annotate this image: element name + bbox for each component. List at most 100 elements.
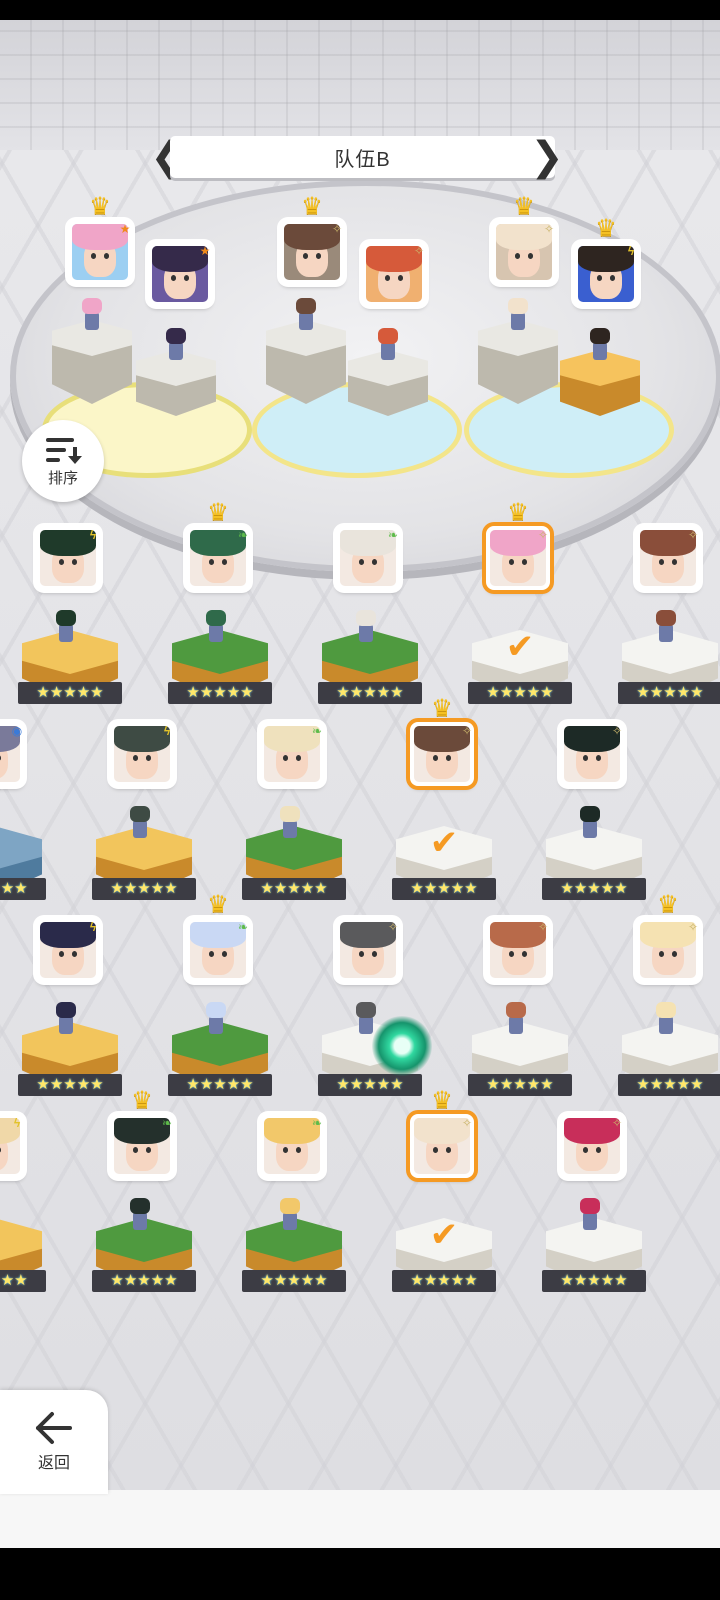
portrait-eye <box>283 755 289 761</box>
sparkle-element-icon: ✧ <box>387 920 399 934</box>
lightning-element-icon: ϟ <box>163 724 171 738</box>
chibi-body <box>381 342 395 360</box>
sparkle-element-icon: ✧ <box>543 222 555 236</box>
portrait-eye <box>133 755 139 761</box>
team-pedestal[interactable] <box>478 320 558 404</box>
star-icons: ★★★★★ <box>410 880 478 897</box>
chibi-sprite <box>205 1002 227 1036</box>
temple-background <box>0 20 720 150</box>
selected-check-icon: ✔ <box>429 1216 459 1254</box>
portrait-eye <box>91 253 97 259</box>
star-icons: ★★★★★ <box>336 684 404 701</box>
star-rating: ★★★★★ <box>468 682 572 704</box>
portrait-eye <box>515 253 521 259</box>
lightning-element-icon: ϟ <box>627 244 635 258</box>
chibi-sprite <box>279 1198 301 1232</box>
portrait-eye <box>671 559 677 565</box>
selected-check-icon: ✔ <box>505 628 535 666</box>
chibi-head <box>280 806 300 822</box>
chibi-body <box>583 820 597 838</box>
bottom-bar <box>0 1490 720 1548</box>
portrait-eye <box>609 275 615 281</box>
star-icons: ★★★★★ <box>110 1272 178 1289</box>
leaf-element-icon: ❧ <box>237 920 249 934</box>
portrait-eye <box>209 559 215 565</box>
chibi-head <box>590 328 610 344</box>
star-icons: ★★★★★ <box>36 684 104 701</box>
crown-icon: ♛ <box>595 215 617 242</box>
star-rating: ★★★★★ <box>392 878 496 900</box>
portrait-eye <box>183 275 189 281</box>
portrait-eye <box>221 559 227 565</box>
chibi-sprite <box>165 328 187 362</box>
team-title: 队伍B <box>334 148 391 171</box>
crown-icon: ♛ <box>507 499 529 526</box>
portrait-eye <box>209 951 215 957</box>
next-team-button[interactable]: ❯ <box>530 134 564 180</box>
star-rating: ★★★★★ <box>92 878 196 900</box>
chibi-sprite <box>579 806 601 840</box>
chibi-head <box>656 1002 676 1018</box>
chibi-head <box>580 1198 600 1214</box>
star-element-icon: ★ <box>119 222 131 236</box>
chibi-head <box>130 1198 150 1214</box>
chibi-sprite <box>205 610 227 644</box>
sparkle-element-icon: ✧ <box>611 1116 623 1130</box>
sparkle-element-icon: ✧ <box>461 724 473 738</box>
chibi-body <box>209 1016 223 1034</box>
star-rating: ★★★★★ <box>168 1074 272 1096</box>
portrait-eye <box>583 755 589 761</box>
chibi-head <box>280 1198 300 1214</box>
star-rating: ★★★★★ <box>318 1074 422 1096</box>
sparkle-element-icon: ✧ <box>687 528 699 542</box>
chibi-sprite <box>55 610 77 644</box>
status-bar <box>0 0 720 20</box>
portrait-eye <box>103 253 109 259</box>
chibi-sprite <box>655 610 677 644</box>
sparkle-element-icon: ✧ <box>687 920 699 934</box>
star-element-icon: ★ <box>199 244 211 258</box>
star-icons: ★★★★★ <box>336 1076 404 1093</box>
portrait-eye <box>59 559 65 565</box>
sort-button[interactable]: 排序 <box>22 420 104 502</box>
star-icons: ★★★★★ <box>0 1272 28 1289</box>
chibi-body <box>511 312 525 330</box>
back-button[interactable]: 返回 <box>0 1390 108 1494</box>
chibi-sprite <box>0 1198 1 1232</box>
portrait-eye <box>371 559 377 565</box>
star-rating: ★★★★★ <box>242 878 346 900</box>
chibi-head <box>206 1002 226 1018</box>
chibi-body <box>359 1016 373 1034</box>
orb-element-icon: ◉ <box>11 724 23 738</box>
chibi-body <box>133 1212 147 1230</box>
sparkle-element-icon: ✧ <box>537 528 549 542</box>
team-pedestal[interactable] <box>266 320 346 404</box>
portrait-eye <box>295 755 301 761</box>
portrait-eye <box>521 559 527 565</box>
star-rating: ★★★★★ <box>318 682 422 704</box>
sparkle-element-icon: ✧ <box>461 1116 473 1130</box>
star-icons: ★★★★★ <box>410 1272 478 1289</box>
chibi-head <box>56 610 76 626</box>
chibi-sprite <box>377 328 399 362</box>
portrait-eye <box>583 1147 589 1153</box>
chibi-sprite <box>579 1198 601 1232</box>
crown-icon: ♛ <box>207 891 229 918</box>
back-button-label: 返回 <box>37 1455 70 1472</box>
sparkle-element-icon: ✧ <box>331 222 343 236</box>
chibi-sprite <box>129 1198 151 1232</box>
portrait-eye <box>315 253 321 259</box>
chibi-sprite <box>355 610 377 644</box>
team-pedestal[interactable] <box>52 320 132 404</box>
star-icons: ★★★★★ <box>110 880 178 897</box>
portrait-eye <box>509 951 515 957</box>
chibi-sprite <box>355 1002 377 1036</box>
chibi-body <box>583 1212 597 1230</box>
chibi-body <box>283 1212 297 1230</box>
chibi-body <box>85 312 99 330</box>
leaf-element-icon: ❧ <box>387 528 399 542</box>
chibi-body <box>509 1016 523 1034</box>
chibi-head <box>580 806 600 822</box>
chibi-head <box>166 328 186 344</box>
portrait-eye <box>595 1147 601 1153</box>
